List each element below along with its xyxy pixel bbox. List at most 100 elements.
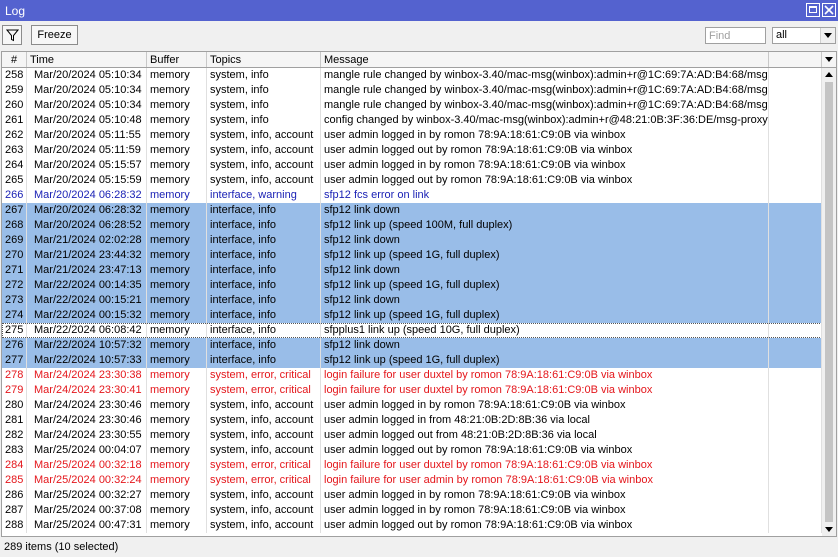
table-row[interactable]: 282 Mar/24/2024 23:30:55 memory system, inf… <box>2 428 822 443</box>
row-number: 288 <box>2 518 27 533</box>
row-topics: system, info, account <box>207 173 321 188</box>
table-row[interactable]: 265 Mar/20/2024 05:15:59 memory system, inf… <box>2 173 822 188</box>
row-time: Mar/24/2024 23:30:46 <box>27 398 147 413</box>
row-topics: system, info, account <box>207 398 321 413</box>
table-row[interactable]: 259 Mar/20/2024 05:10:34 memory system, inf… <box>2 83 822 98</box>
table-row[interactable]: 275 Mar/22/2024 06:08:42 memory interface, … <box>2 323 822 338</box>
table-row[interactable]: 281 Mar/24/2024 23:30:46 memory system, inf… <box>2 413 822 428</box>
row-extra <box>769 308 822 323</box>
chevron-down-icon[interactable] <box>820 28 835 43</box>
row-time: Mar/20/2024 06:28:32 <box>27 188 147 203</box>
table-row[interactable]: 277 Mar/22/2024 10:57:33 memory interface, … <box>2 353 822 368</box>
row-topics: system, info, account <box>207 443 321 458</box>
row-extra <box>769 203 822 218</box>
window-title: Log <box>5 4 26 18</box>
freeze-button[interactable]: Freeze <box>31 25 78 45</box>
row-number: 285 <box>2 473 27 488</box>
row-extra <box>769 83 822 98</box>
row-message: user admin logged out from 48:21:0B:2D:8… <box>321 428 769 443</box>
table-row[interactable]: 279 Mar/24/2024 23:30:41 memory system, err… <box>2 383 822 398</box>
log-table: # Time Buffer Topics Message 258 Mar/20/2… <box>1 51 837 537</box>
row-buffer: memory <box>147 203 207 218</box>
column-menu-chevron-down-icon[interactable] <box>822 52 836 67</box>
row-buffer: memory <box>147 218 207 233</box>
table-row[interactable]: 274 Mar/22/2024 00:15:32 memory interface, … <box>2 308 822 323</box>
row-time: Mar/25/2024 00:32:27 <box>27 488 147 503</box>
table-row[interactable]: 285 Mar/25/2024 00:32:24 memory system, err… <box>2 473 822 488</box>
close-icon[interactable] <box>822 3 836 17</box>
row-topics: system, error, critical <box>207 458 321 473</box>
table-row[interactable]: 268 Mar/20/2024 06:28:52 memory interface, … <box>2 218 822 233</box>
column-header-message[interactable]: Message <box>321 52 769 67</box>
filter-icon <box>6 29 19 42</box>
row-buffer: memory <box>147 143 207 158</box>
row-extra <box>769 353 822 368</box>
row-message: user admin logged in by romon 78:9A:18:6… <box>321 488 769 503</box>
row-message: user admin logged out by romon 78:9A:18:… <box>321 143 769 158</box>
column-header-time[interactable]: Time <box>27 52 147 67</box>
table-row[interactable]: 270 Mar/21/2024 23:44:32 memory interface, … <box>2 248 822 263</box>
row-time: Mar/20/2024 06:28:52 <box>27 218 147 233</box>
row-extra <box>769 143 822 158</box>
table-row[interactable]: 258 Mar/20/2024 05:10:34 memory system, inf… <box>2 68 822 83</box>
table-row[interactable]: 286 Mar/25/2024 00:32:27 memory system, inf… <box>2 488 822 503</box>
row-buffer: memory <box>147 83 207 98</box>
row-buffer: memory <box>147 188 207 203</box>
topic-filter-select[interactable]: all <box>772 27 836 44</box>
row-topics: system, info, account <box>207 488 321 503</box>
table-row[interactable]: 269 Mar/21/2024 02:02:28 memory interface, … <box>2 233 822 248</box>
table-row[interactable]: 267 Mar/20/2024 06:28:32 memory interface, … <box>2 203 822 218</box>
row-message: sfp12 link up (speed 100M, full duplex) <box>321 218 769 233</box>
row-message: sfp12 link down <box>321 263 769 278</box>
table-row[interactable]: 260 Mar/20/2024 05:10:34 memory system, inf… <box>2 98 822 113</box>
row-buffer: memory <box>147 353 207 368</box>
scrollbar-thumb[interactable] <box>825 82 833 522</box>
row-topics: system, info <box>207 98 321 113</box>
row-time: Mar/25/2024 00:04:07 <box>27 443 147 458</box>
maximize-icon[interactable] <box>806 3 820 17</box>
table-header: # Time Buffer Topics Message <box>2 52 836 68</box>
table-row[interactable]: 278 Mar/24/2024 23:30:38 memory system, err… <box>2 368 822 383</box>
table-row[interactable]: 288 Mar/25/2024 00:47:31 memory system, inf… <box>2 518 822 533</box>
row-topics: interface, info <box>207 323 321 338</box>
table-row[interactable]: 273 Mar/22/2024 00:15:21 memory interface, … <box>2 293 822 308</box>
row-number: 283 <box>2 443 27 458</box>
row-buffer: memory <box>147 368 207 383</box>
table-row[interactable]: 283 Mar/25/2024 00:04:07 memory system, inf… <box>2 443 822 458</box>
row-time: Mar/22/2024 00:15:21 <box>27 293 147 308</box>
row-time: Mar/20/2024 05:10:48 <box>27 113 147 128</box>
row-extra <box>769 383 822 398</box>
row-number: 286 <box>2 488 27 503</box>
row-extra <box>769 473 822 488</box>
table-row[interactable]: 266 Mar/20/2024 06:28:32 memory interface, … <box>2 188 822 203</box>
scroll-down-icon[interactable] <box>822 522 836 536</box>
row-number: 271 <box>2 263 27 278</box>
column-header-number[interactable]: # <box>2 52 27 67</box>
row-buffer: memory <box>147 383 207 398</box>
table-row[interactable]: 272 Mar/22/2024 00:14:35 memory interface, … <box>2 278 822 293</box>
table-row[interactable]: 263 Mar/20/2024 05:11:59 memory system, inf… <box>2 143 822 158</box>
table-row[interactable]: 276 Mar/22/2024 10:57:32 memory interface, … <box>2 338 822 353</box>
row-buffer: memory <box>147 113 207 128</box>
table-row[interactable]: 271 Mar/21/2024 23:47:13 memory interface, … <box>2 263 822 278</box>
table-row[interactable]: 264 Mar/20/2024 05:15:57 memory system, inf… <box>2 158 822 173</box>
table-row[interactable]: 262 Mar/20/2024 05:11:55 memory system, inf… <box>2 128 822 143</box>
row-message: sfp12 link down <box>321 338 769 353</box>
find-input[interactable] <box>705 27 766 44</box>
table-row[interactable]: 261 Mar/20/2024 05:10:48 memory system, inf… <box>2 113 822 128</box>
row-time: Mar/20/2024 05:15:57 <box>27 158 147 173</box>
row-number: 270 <box>2 248 27 263</box>
column-header-buffer[interactable]: Buffer <box>147 52 207 67</box>
table-row[interactable]: 287 Mar/25/2024 00:37:08 memory system, inf… <box>2 503 822 518</box>
row-extra <box>769 368 822 383</box>
table-row[interactable]: 284 Mar/25/2024 00:32:18 memory system, err… <box>2 458 822 473</box>
row-extra <box>769 278 822 293</box>
scroll-up-icon[interactable] <box>822 68 836 82</box>
filter-button[interactable] <box>2 25 22 45</box>
table-row[interactable]: 280 Mar/24/2024 23:30:46 memory system, inf… <box>2 398 822 413</box>
row-number: 260 <box>2 98 27 113</box>
vertical-scrollbar[interactable] <box>822 68 836 536</box>
row-number: 259 <box>2 83 27 98</box>
column-header-topics[interactable]: Topics <box>207 52 321 67</box>
table-body: 258 Mar/20/2024 05:10:34 memory system, inf… <box>2 68 822 533</box>
